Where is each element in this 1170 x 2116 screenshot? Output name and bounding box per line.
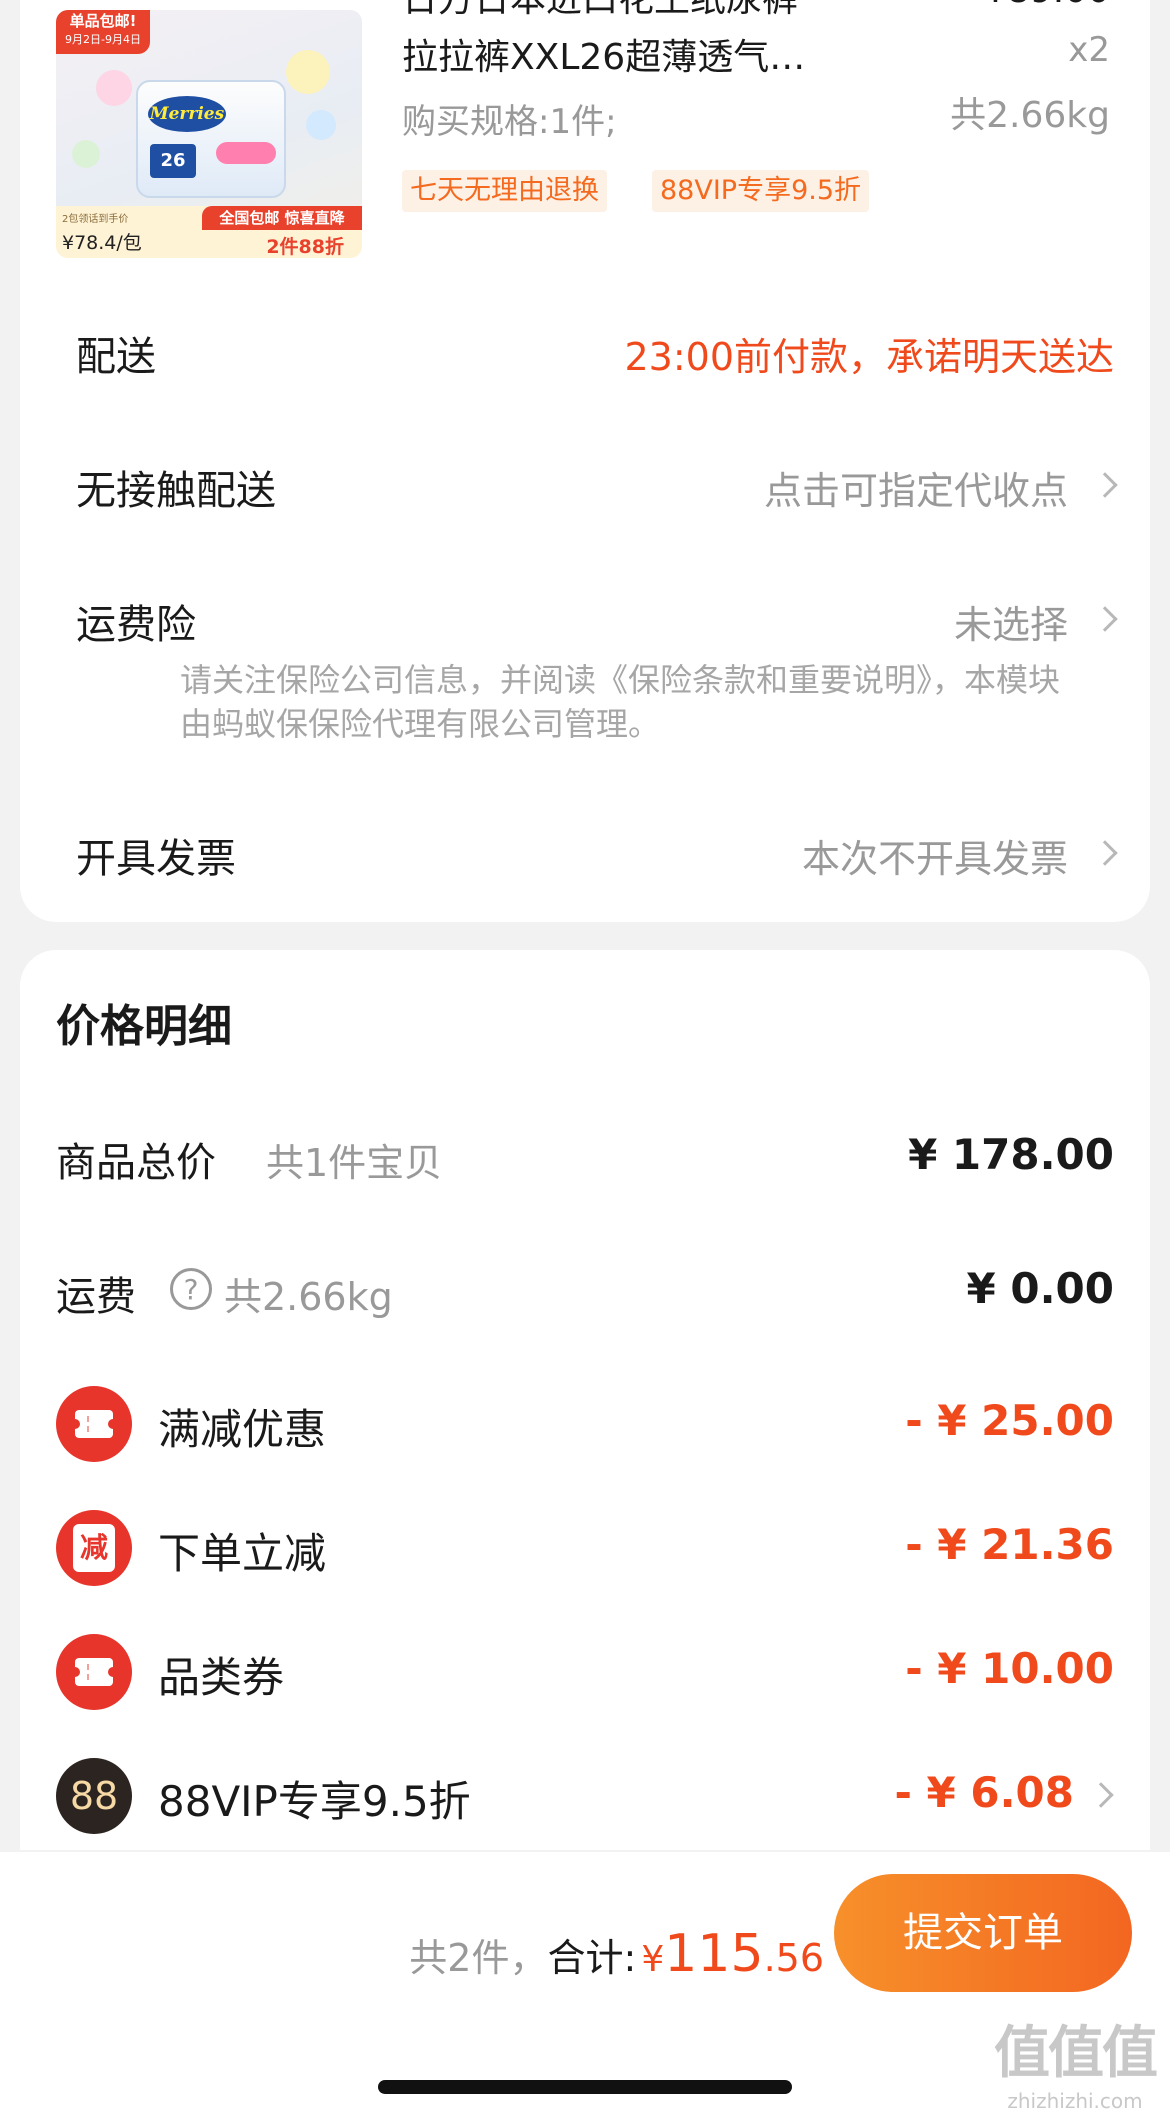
watermark-logo: 值值值 [994, 2021, 1158, 2086]
vip-icon: 88 [56, 1758, 132, 1834]
delivery-promise: 23:00前付款，承诺明天送达 [624, 335, 1114, 379]
decoration-bubble [96, 70, 132, 106]
goods-total-label: 商品总价 [56, 1140, 216, 1186]
order-detail-card: Merries 26 单品包邮! 9月2日-9月4日 全国包邮 惊喜直降 2包领… [20, 0, 1150, 922]
decoration-bubble [286, 50, 330, 94]
discount-value: - ¥ 21.36 [905, 1520, 1114, 1569]
badge-title: 单品包邮! [69, 12, 137, 30]
total-label: 合计: [547, 1936, 637, 1980]
insurance-label: 运费险 [76, 602, 196, 648]
product-weight: 共2.66kg [950, 95, 1110, 136]
discount-label: 品类券 [158, 1653, 285, 1702]
shipping-weight: 共2.66kg [224, 1275, 393, 1319]
discount-label: 满减优惠 [158, 1405, 327, 1454]
order-summary: 共2件，合计: ¥115.56 [409, 1924, 824, 1984]
promo-strip: 全国包邮 惊喜直降 2包领话到手价 ¥78.4/包 2件88折 [56, 206, 362, 258]
watermark-url: zhizhizhi.com [1007, 2089, 1143, 2113]
currency-symbol: ¥ [641, 1939, 665, 1980]
free-shipping-badge: 单品包邮! 9月2日-9月4日 [56, 10, 150, 54]
invoice-row[interactable]: 开具发票 本次不开具发票 [76, 826, 1118, 882]
discount-value: - ¥ 10.00 [905, 1644, 1114, 1693]
diaper-pack-illustration: Merries 26 [136, 80, 286, 198]
product-title-line2[interactable]: 拉拉裤XXL26超薄透气… [402, 28, 805, 80]
decoration-bubble [306, 110, 336, 140]
discount-label[interactable]: 88VIP专享9.5折 [158, 1768, 471, 1829]
shipping-fee-label: 运费 [56, 1274, 136, 1320]
promo-strip-caption: 2包领话到手价 [62, 214, 129, 225]
invoice-value: 本次不开具发票 [801, 837, 1068, 881]
insurance-value: 未选择 [953, 603, 1068, 647]
product-spec: 购买规格:1件; [402, 102, 617, 142]
goods-total-count: 共1件宝贝 [266, 1141, 443, 1185]
watermark: 值值值 zhizhizhi.com [994, 2008, 1158, 2113]
return-policy-tag: 七天无理由退换 [402, 170, 607, 212]
shipping-fee-value: ¥ 0.00 [966, 1264, 1114, 1313]
submit-order-button[interactable]: 提交订单 [834, 1874, 1132, 1992]
product-image[interactable]: Merries 26 单品包邮! 9月2日-9月4日 全国包邮 惊喜直降 2包领… [56, 10, 362, 258]
pack-size: 26 [150, 144, 196, 178]
product-quantity: x2 [1068, 30, 1110, 70]
shipping-insurance-row[interactable]: 运费险 未选择 [76, 592, 1118, 648]
discount-value[interactable]: - ¥ 6.08 [894, 1768, 1074, 1817]
home-indicator[interactable] [378, 2080, 792, 2094]
badge-date: 9月2日-9月4日 [65, 33, 141, 46]
item-count: 共2件， [409, 1936, 548, 1980]
checkout-bar: 共2件，合计: ¥115.56 提交订单 值值值 zhizhizhi.com [0, 1852, 1170, 2116]
promo-strip-deal: 2件88折 [266, 236, 344, 258]
ticket-icon [56, 1634, 132, 1710]
contactless-value: 点击可指定代收点 [763, 469, 1068, 513]
vip-discount-tag: 88VIP专享9.5折 [652, 170, 870, 212]
contactless-delivery-row[interactable]: 无接触配送 点击可指定代收点 [76, 458, 1118, 514]
chevron-right-icon [1092, 472, 1118, 498]
brand-logo: Merries [148, 96, 226, 132]
invoice-label: 开具发票 [76, 836, 236, 882]
chevron-right-icon [1092, 840, 1118, 866]
discount-value: - ¥ 25.00 [905, 1396, 1114, 1445]
discount-label: 下单立减 [158, 1529, 327, 1578]
product-title-line1[interactable]: 日方日本进口花王纸尿裤 [402, 0, 798, 22]
chevron-right-icon [1092, 606, 1118, 632]
pack-decoration [216, 142, 276, 164]
product-price: ¥89.00 [984, 0, 1110, 11]
total-amount-decimal: .56 [763, 1936, 824, 1980]
price-detail-card: 价格明细 商品总价 共1件宝贝 ¥ 178.00 运费 ? 共2.66kg ¥ … [20, 950, 1150, 1850]
ticket-icon [56, 1386, 132, 1462]
delivery-row: 配送 23:00前付款，承诺明天送达 [76, 324, 1114, 380]
decoration-bubble [72, 140, 100, 168]
total-amount-integer: 115 [664, 1924, 764, 1984]
goods-total-value: ¥ 178.00 [908, 1130, 1114, 1179]
promo-strip-tag: 全国包邮 惊喜直降 [202, 206, 362, 230]
contactless-label: 无接触配送 [76, 468, 276, 514]
chevron-right-icon[interactable] [1088, 1782, 1114, 1808]
promo-strip-price: ¥78.4/包 [62, 232, 142, 254]
price-detail-title: 价格明细 [56, 1001, 232, 1052]
insurance-note: 请关注保险公司信息，并阅读《保险条款和重要说明》，本模块由蚂蚁保保险代理有限公司… [180, 661, 1061, 743]
jian-icon: 减 [56, 1510, 132, 1586]
help-icon[interactable]: ? [170, 1268, 212, 1310]
delivery-label: 配送 [76, 334, 156, 380]
